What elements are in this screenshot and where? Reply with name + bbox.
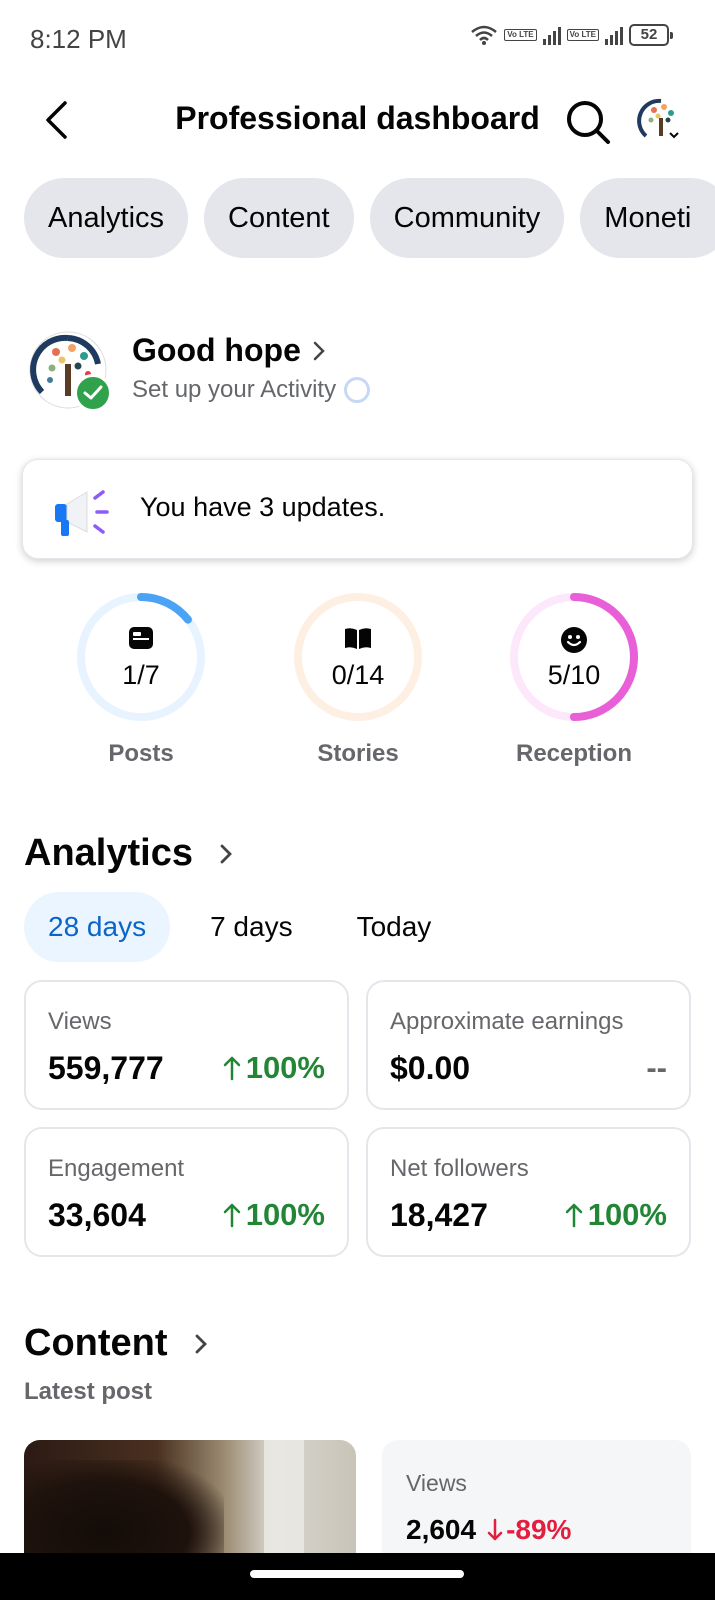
profile-header[interactable]: Good hope Set up your Activity: [28, 330, 688, 412]
volte-badge: Vo LTE: [504, 29, 537, 41]
chevron-right-icon: [313, 341, 325, 360]
search-button[interactable]: [564, 98, 612, 146]
content-title: Content: [24, 1322, 168, 1364]
volte-badge-2: Vo LTE: [566, 29, 599, 41]
posts-label: Posts: [108, 740, 174, 767]
book-icon: [345, 628, 371, 649]
content-heading[interactable]: Content: [24, 1322, 208, 1365]
metric-value: 33,604: [48, 1197, 146, 1233]
loading-spinner-icon: [344, 377, 371, 403]
metric-card-earnings[interactable]: Approximate earnings $0.00 --: [366, 980, 691, 1110]
reception-label: Reception: [515, 740, 632, 767]
content-subtitle: Latest post: [24, 1378, 153, 1405]
ring-posts[interactable]: 1/7 Posts: [61, 590, 221, 768]
wifi-icon: [471, 25, 498, 45]
header: Professional dashboard: [0, 80, 715, 160]
section-tabs: Analytics Content Community Moneti: [24, 178, 715, 258]
period-tab-today[interactable]: Today: [333, 892, 456, 962]
metric-label: Engagement: [48, 1155, 185, 1182]
stories-value: 0/14: [331, 660, 385, 690]
analytics-title: Analytics: [24, 832, 193, 874]
metric-change-value: 100%: [245, 1197, 325, 1232]
analytics-heading[interactable]: Analytics: [24, 832, 233, 875]
tree-logo-icon: [637, 97, 685, 145]
metric-card-engagement[interactable]: Engagement 33,604 100%: [24, 1127, 349, 1257]
metric-value: 18,427: [390, 1197, 488, 1233]
status-icons: Vo LTE Vo LTE 52: [470, 24, 673, 46]
megaphone-icon: [55, 490, 109, 536]
metric-label: Approximate earnings: [390, 1008, 624, 1035]
progress-ring-stories: [294, 593, 422, 721]
latest-post-views-card[interactable]: Views 2,604 -89%: [382, 1440, 691, 1570]
reception-icon-wrap: [494, 626, 654, 654]
period-tab-7-days[interactable]: 7 days: [186, 892, 317, 962]
profile-activity-row[interactable]: Set up your Activity: [132, 376, 371, 404]
progress-ring-reception: [510, 593, 638, 721]
chevron-right-icon: [195, 1334, 207, 1353]
latest-post-thumbnail[interactable]: [24, 1440, 356, 1570]
views-label: Views: [406, 1470, 467, 1496]
metric-change: 100%: [222, 1197, 325, 1233]
arrow-up-icon: [565, 1203, 582, 1228]
account-switcher-avatar[interactable]: [636, 96, 686, 146]
post-icon: [129, 627, 153, 649]
checkmark-icon: [83, 385, 103, 400]
home-gesture-handle[interactable]: [250, 1570, 464, 1578]
metric-label: Views: [48, 1008, 112, 1035]
tab-community[interactable]: Community: [369, 178, 565, 258]
views-change-value: -89%: [506, 1514, 572, 1545]
updates-text: You have 3 updates.: [140, 492, 386, 522]
post-icon-wrap: [61, 626, 221, 650]
views-value: 2,604: [406, 1514, 477, 1545]
metric-change-value: --: [646, 1050, 667, 1085]
status-time: 8:12 PM: [30, 24, 127, 54]
arrow-up-icon: [223, 1056, 240, 1081]
progress-ring-posts: [77, 593, 205, 721]
arrow-down-icon: [487, 1518, 503, 1541]
progress-rings: 1/7 Posts 0/14 Stories 5/10 Reception: [0, 590, 715, 780]
tab-monetization[interactable]: Moneti: [580, 178, 715, 258]
search-icon: [567, 101, 610, 144]
ring-reception[interactable]: 5/10 Reception: [494, 590, 654, 768]
stories-label: Stories: [317, 740, 399, 767]
metric-change-value: 100%: [587, 1197, 667, 1232]
metric-change: 100%: [222, 1050, 325, 1086]
arrow-up-icon: [223, 1203, 240, 1228]
stories-icon-wrap: [278, 626, 438, 650]
metric-change: --: [646, 1050, 667, 1086]
metric-value: 559,777: [48, 1050, 164, 1086]
chevron-right-icon: [220, 844, 232, 863]
updates-card[interactable]: You have 3 updates.: [22, 459, 693, 559]
metric-value: $0.00: [390, 1050, 471, 1086]
profile-name: Good hope: [132, 332, 301, 368]
signal-icon: [542, 25, 561, 45]
profile-subtitle: Set up your Activity: [132, 376, 337, 403]
thumbnail-shape: [264, 1440, 304, 1570]
smiley-icon: [561, 627, 587, 653]
metric-card-views[interactable]: Views 559,777 100%: [24, 980, 349, 1110]
profile-name-row[interactable]: Good hope: [132, 332, 325, 369]
status-bar: 8:12 PM Vo LTE Vo LTE 52: [0, 0, 715, 76]
tab-analytics[interactable]: Analytics: [24, 178, 189, 258]
posts-value: 1/7: [122, 660, 160, 690]
reception-value: 5/10: [547, 660, 601, 690]
metric-card-net-followers[interactable]: Net followers 18,427 100%: [366, 1127, 691, 1257]
period-tabs: 28 days 7 days Today: [24, 892, 455, 962]
signal-icon-2: [605, 25, 623, 45]
battery-icon: 52: [629, 24, 673, 46]
metric-label: Net followers: [390, 1155, 529, 1182]
verified-badge: [74, 374, 112, 412]
metric-change-value: 100%: [245, 1050, 325, 1085]
views-change: -89%: [486, 1514, 571, 1546]
period-tab-28-days[interactable]: 28 days: [24, 892, 171, 962]
ring-stories[interactable]: 0/14 Stories: [278, 590, 438, 768]
views-row: 2,604 -89%: [406, 1514, 571, 1546]
tab-content[interactable]: Content: [204, 178, 354, 258]
system-nav-bar: [0, 1553, 715, 1600]
metric-change: 100%: [564, 1197, 667, 1233]
